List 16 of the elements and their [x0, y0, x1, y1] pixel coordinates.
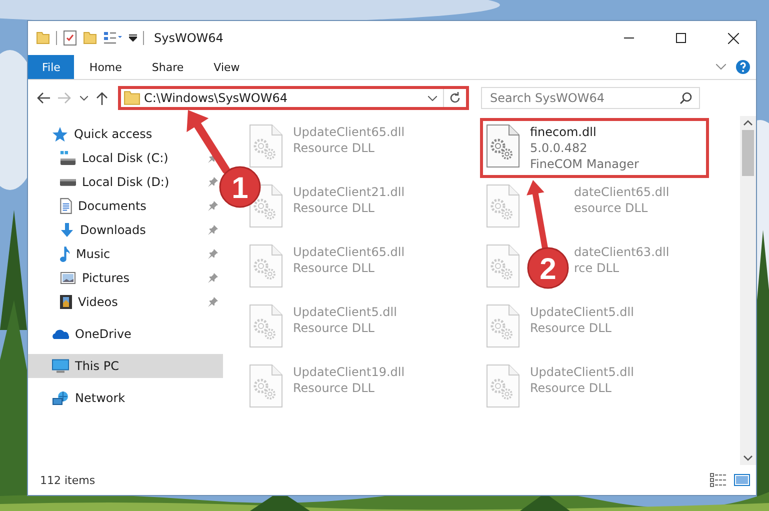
window-title: SysWOW64	[154, 31, 224, 45]
file-detail: Resource DLL	[293, 260, 376, 276]
file-detail: Resource DLL	[293, 320, 376, 336]
file-detail: FineCOM Manager	[530, 156, 639, 172]
item-count: 112 items	[40, 474, 96, 486]
folder-path: C:\Windows\SysWOW64	[143, 91, 288, 105]
file-detail: Resource DLL	[293, 200, 376, 216]
file-detail: esource DLL	[574, 200, 649, 216]
file-detail: Resource DLL	[293, 380, 376, 396]
file-detail: 5.0.0.482	[530, 140, 588, 156]
file-detail: rce DLL	[574, 260, 620, 276]
file-detail: Resource DLL	[530, 380, 612, 396]
file-detail: Resource DLL	[293, 140, 376, 156]
callout-badge: 1	[219, 166, 261, 208]
file-detail: Resource DLL	[530, 320, 612, 336]
callout-badge: 2	[527, 247, 569, 289]
